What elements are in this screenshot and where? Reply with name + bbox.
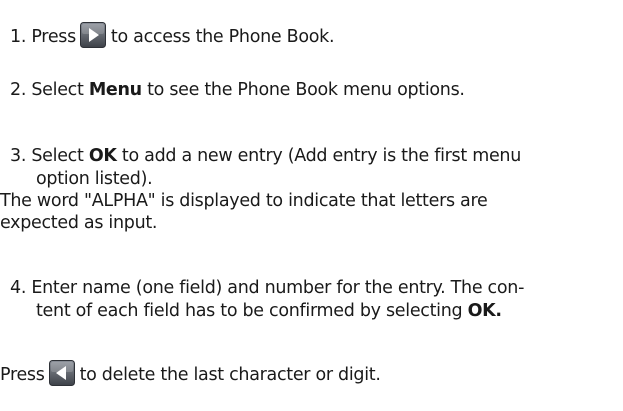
right-arrow-key-icon [79, 22, 106, 48]
step-3-line-2: option listed). [36, 169, 153, 189]
step-3-line-1: 3. Select OK to add a new entry (Add ent… [10, 145, 521, 167]
step-1-prefix: 1. Press [10, 27, 76, 47]
note-line-2: expected as input. [0, 213, 158, 233]
step-3-prefix: 3. Select [10, 146, 89, 166]
step-2-menu-label: Menu [88, 80, 142, 100]
left-arrow-key-icon [48, 360, 75, 386]
footer-prefix: Press [0, 365, 45, 385]
step-4-line-1: 4. Enter name (one field) and number for… [10, 278, 525, 298]
step-3-ok-label: OK [88, 146, 117, 166]
step-1: 1. Press to access the Phone Book. [10, 22, 335, 48]
step-1-suffix: to access the Phone Book. [110, 27, 335, 47]
step-4-line-2: tent of each field has to be confirmed b… [36, 300, 502, 322]
step-4-ok-label: OK. [467, 301, 502, 321]
note-line-1: The word "ALPHA" is displayed to indicat… [0, 191, 488, 211]
footer-line: Press to delete the last character or di… [0, 360, 381, 386]
step-2-prefix: 2. Select [10, 80, 89, 100]
step-2: 2. Select Menu to see the Phone Book men… [10, 79, 465, 101]
footer-suffix: to delete the last character or digit. [79, 365, 381, 385]
step-4-text: tent of each field has to be confirmed b… [36, 301, 468, 321]
step-2-suffix: to see the Phone Book menu options. [141, 80, 465, 100]
step-3-suffix: to add a new entry (Add entry is the fir… [116, 146, 521, 166]
